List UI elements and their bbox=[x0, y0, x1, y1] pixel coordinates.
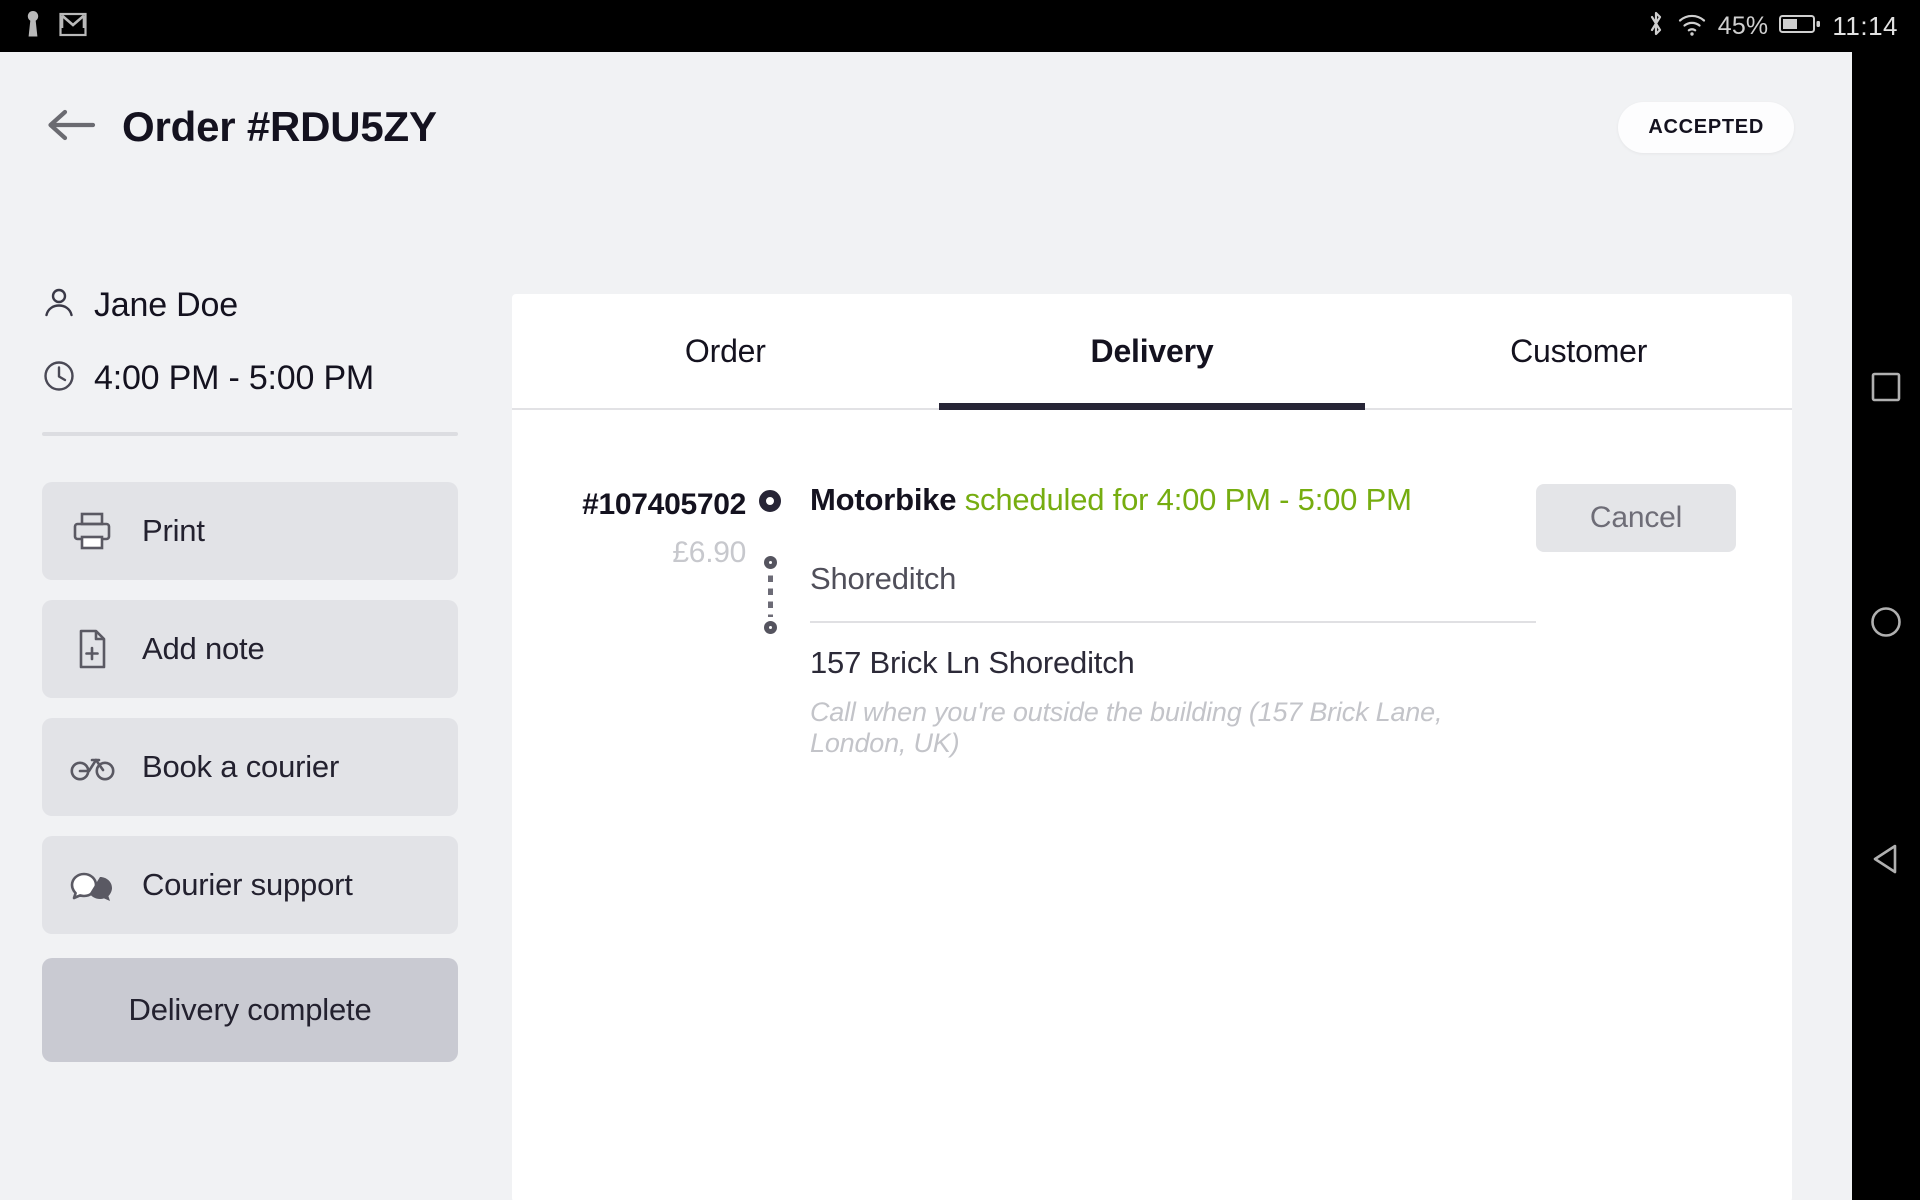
timeline-dotted-line bbox=[767, 573, 773, 617]
status-bar-system-icons: 45% 11:14 bbox=[1646, 9, 1898, 44]
delivery-id-column: #107405702 £6.90 bbox=[546, 484, 746, 759]
square-icon bbox=[1869, 370, 1903, 409]
cancel-label: Cancel bbox=[1589, 501, 1683, 534]
detail-card: Order Delivery Customer #107405702 £6.90 bbox=[512, 294, 1792, 1200]
printer-icon bbox=[70, 509, 122, 553]
delivery-headline: Motorbike scheduled for 4:00 PM - 5:00 P… bbox=[810, 484, 1536, 515]
courier-support-label: Courier support bbox=[142, 867, 353, 902]
page-title: Order #RDU5ZY bbox=[122, 103, 437, 150]
status-bar-notification-icons bbox=[22, 9, 88, 44]
delivery-complete-label: Delivery complete bbox=[128, 992, 372, 1027]
delivery-actions: Cancel bbox=[1536, 484, 1736, 759]
delivery-timeline bbox=[746, 484, 794, 759]
tab-order-label: Order bbox=[684, 332, 766, 369]
delivery-details: Motorbike scheduled for 4:00 PM - 5:00 P… bbox=[794, 484, 1536, 759]
tab-customer[interactable]: Customer bbox=[1365, 294, 1792, 408]
battery-icon bbox=[1779, 12, 1821, 41]
arrow-left-icon bbox=[45, 105, 97, 150]
gmail-icon bbox=[58, 9, 88, 44]
screen: 45% 11:14 Order #RDU5ZY ACCEPTED Jane Do… bbox=[0, 0, 1920, 1200]
chat-bubbles-icon bbox=[70, 865, 122, 905]
time-window-row: 4:00 PM - 5:00 PM bbox=[42, 359, 458, 398]
person-icon bbox=[42, 286, 76, 325]
delivery-price: £6.90 bbox=[672, 536, 746, 569]
recents-button[interactable] bbox=[1869, 370, 1903, 409]
book-a-courier-label: Book a courier bbox=[142, 749, 340, 784]
app-header: Order #RDU5ZY ACCEPTED bbox=[0, 52, 1852, 202]
customer-name: Jane Doe bbox=[94, 286, 238, 324]
clock-icon bbox=[42, 359, 76, 398]
delivery-schedule: scheduled for 4:00 PM - 5:00 PM bbox=[964, 482, 1412, 517]
wifi-icon bbox=[1677, 9, 1707, 44]
battery-percent-label: 45% bbox=[1717, 11, 1769, 40]
keyhole-icon bbox=[22, 9, 44, 44]
delivery-id: #107405702 bbox=[582, 488, 746, 521]
bluetooth-icon bbox=[1646, 9, 1666, 44]
delivery-panel: #107405702 £6.90 Motorbike scheduled for… bbox=[512, 410, 1792, 759]
delivery-note: Call when you're outside the building (1… bbox=[810, 697, 1443, 758]
tab-customer-label: Customer bbox=[1510, 332, 1648, 369]
sidebar-divider bbox=[42, 432, 458, 436]
android-status-bar: 45% 11:14 bbox=[0, 0, 1920, 52]
app-surface: Order #RDU5ZY ACCEPTED Jane Doe 4:00 PM … bbox=[0, 52, 1852, 1200]
add-note-button[interactable]: Add note bbox=[42, 600, 458, 698]
pickup-address: Shoreditch bbox=[810, 561, 957, 596]
note-add-icon bbox=[70, 627, 122, 671]
dropoff-address: 157 Brick Ln Shoreditch bbox=[810, 645, 1135, 680]
tab-delivery[interactable]: Delivery bbox=[938, 294, 1366, 410]
status-badge: ACCEPTED bbox=[1618, 101, 1794, 153]
android-nav-bar bbox=[1852, 52, 1920, 1200]
circle-icon bbox=[1868, 604, 1904, 645]
courier-support-button[interactable]: Courier support bbox=[42, 836, 458, 934]
delivery-complete-button[interactable]: Delivery complete bbox=[42, 958, 458, 1062]
triangle-back-icon bbox=[1868, 841, 1904, 882]
cancel-delivery-button[interactable]: Cancel bbox=[1536, 484, 1736, 552]
print-button[interactable]: Print bbox=[42, 482, 458, 580]
home-button[interactable] bbox=[1868, 604, 1904, 645]
time-window: 4:00 PM - 5:00 PM bbox=[94, 359, 375, 397]
sidebar: Jane Doe 4:00 PM - 5:00 PM Print Add not… bbox=[0, 202, 500, 1200]
back-button[interactable] bbox=[42, 98, 100, 156]
clock-label: 11:14 bbox=[1832, 10, 1898, 41]
timeline-pickup-dot bbox=[763, 556, 777, 569]
tab-order[interactable]: Order bbox=[512, 294, 939, 408]
bicycle-icon bbox=[70, 751, 122, 783]
timeline-status-dot bbox=[759, 490, 781, 512]
address-separator bbox=[810, 621, 1536, 623]
tab-bar: Order Delivery Customer bbox=[512, 294, 1792, 410]
tab-delivery-label: Delivery bbox=[1090, 332, 1214, 369]
delivery-vehicle: Motorbike bbox=[810, 482, 957, 517]
print-label: Print bbox=[142, 513, 205, 548]
back-nav-button[interactable] bbox=[1868, 841, 1904, 882]
customer-row: Jane Doe bbox=[42, 286, 458, 325]
add-note-label: Add note bbox=[142, 631, 265, 666]
book-a-courier-button[interactable]: Book a courier bbox=[42, 718, 458, 816]
timeline-dropoff-dot bbox=[763, 621, 777, 634]
